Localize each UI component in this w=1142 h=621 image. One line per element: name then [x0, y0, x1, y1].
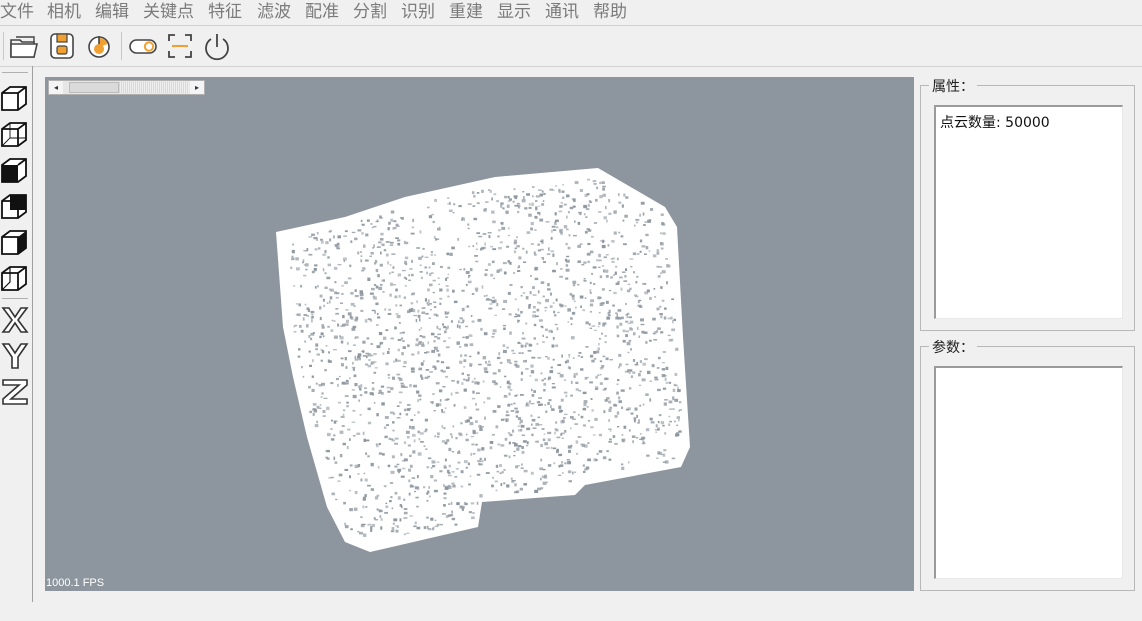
viewport-scrollbar[interactable]: ◂ ▸: [48, 80, 205, 95]
menu-registration[interactable]: 配准: [305, 0, 339, 24]
menu-recognition[interactable]: 识别: [401, 0, 435, 24]
menu-reconstruction[interactable]: 重建: [449, 0, 483, 24]
point-count-label: 点云数量: 50000: [940, 115, 1050, 131]
save-disk-icon: [50, 33, 74, 59]
axis-y-icon: [1, 343, 29, 369]
toolbar-grip: [3, 32, 4, 60]
axis-z-icon: [2, 379, 28, 405]
cube-right-icon: [1, 266, 27, 291]
scroll-track: [119, 82, 189, 93]
cube-back-icon: [1, 158, 27, 183]
view-right-button[interactable]: [0, 262, 30, 294]
main-toolbar: [0, 26, 1142, 66]
axis-y-button[interactable]: [0, 340, 30, 372]
fit-frame-icon: [168, 34, 192, 58]
parameters-box[interactable]: [934, 366, 1123, 579]
point-cloud-shape: [276, 168, 690, 552]
scroll-left-arrow-icon[interactable]: ◂: [49, 81, 63, 94]
menu-communication[interactable]: 通讯: [545, 0, 579, 24]
camera-power-button[interactable]: [83, 30, 115, 62]
properties-title: 属性：: [929, 76, 977, 96]
menu-keypoints[interactable]: 关键点: [143, 0, 194, 24]
toggle-button[interactable]: [127, 30, 159, 62]
cube-view-icon: [1, 86, 27, 111]
properties-panel: 属性： 点云数量: 50000: [920, 76, 1135, 331]
point-cloud-viewport[interactable]: ◂ ▸ 1000.1 FPS: [45, 77, 914, 591]
toggle-switch-icon: [129, 39, 157, 54]
camera-power-icon: [88, 36, 110, 58]
parameters-panel: 参数：: [920, 337, 1135, 591]
scroll-right-arrow-icon[interactable]: ▸: [190, 81, 204, 94]
axis-x-button[interactable]: [0, 304, 30, 336]
properties-box[interactable]: 点云数量: 50000: [934, 105, 1123, 319]
toolbar-separator: [121, 32, 122, 60]
menu-display[interactable]: 显示: [497, 0, 531, 24]
point-cloud: [276, 168, 690, 552]
menu-edit[interactable]: 编辑: [95, 0, 129, 24]
menu-help[interactable]: 帮助: [593, 0, 627, 24]
scroll-thumb[interactable]: [69, 82, 119, 93]
fit-view-button[interactable]: [164, 30, 196, 62]
menu-features[interactable]: 特征: [208, 0, 242, 24]
open-folder-icon: [10, 36, 39, 58]
menu-file[interactable]: 文件: [0, 0, 34, 24]
menu-bar: 文件 相机 编辑 关键点 特征 滤波 配准 分割 识别 重建 显示 通讯 帮助: [0, 0, 1142, 24]
axis-x-icon: [1, 307, 29, 333]
open-file-button[interactable]: [8, 30, 40, 62]
parameters-title: 参数：: [929, 337, 977, 357]
power-icon: [205, 34, 229, 61]
menu-filter[interactable]: 滤波: [257, 0, 291, 24]
cube-front-icon: [1, 122, 27, 147]
menu-camera[interactable]: 相机: [47, 0, 81, 24]
cube-top-icon: [1, 194, 27, 219]
save-button[interactable]: [46, 30, 78, 62]
view-left-button[interactable]: [0, 226, 30, 258]
view-top-button[interactable]: [0, 190, 30, 222]
view-toolbar-separator: [2, 298, 28, 299]
menu-segmentation[interactable]: 分割: [353, 0, 387, 24]
fps-counter: 1000.1 FPS: [46, 577, 105, 589]
axis-z-button[interactable]: [0, 376, 30, 408]
power-button[interactable]: [201, 30, 233, 62]
view-iso-button[interactable]: [0, 82, 30, 114]
view-toolbar: [0, 66, 33, 602]
view-toolbar-grip: [2, 72, 28, 73]
view-front-button[interactable]: [0, 118, 30, 150]
toolbar-divider: [0, 66, 1142, 67]
cube-left-icon: [1, 230, 27, 255]
view-back-button[interactable]: [0, 154, 30, 186]
